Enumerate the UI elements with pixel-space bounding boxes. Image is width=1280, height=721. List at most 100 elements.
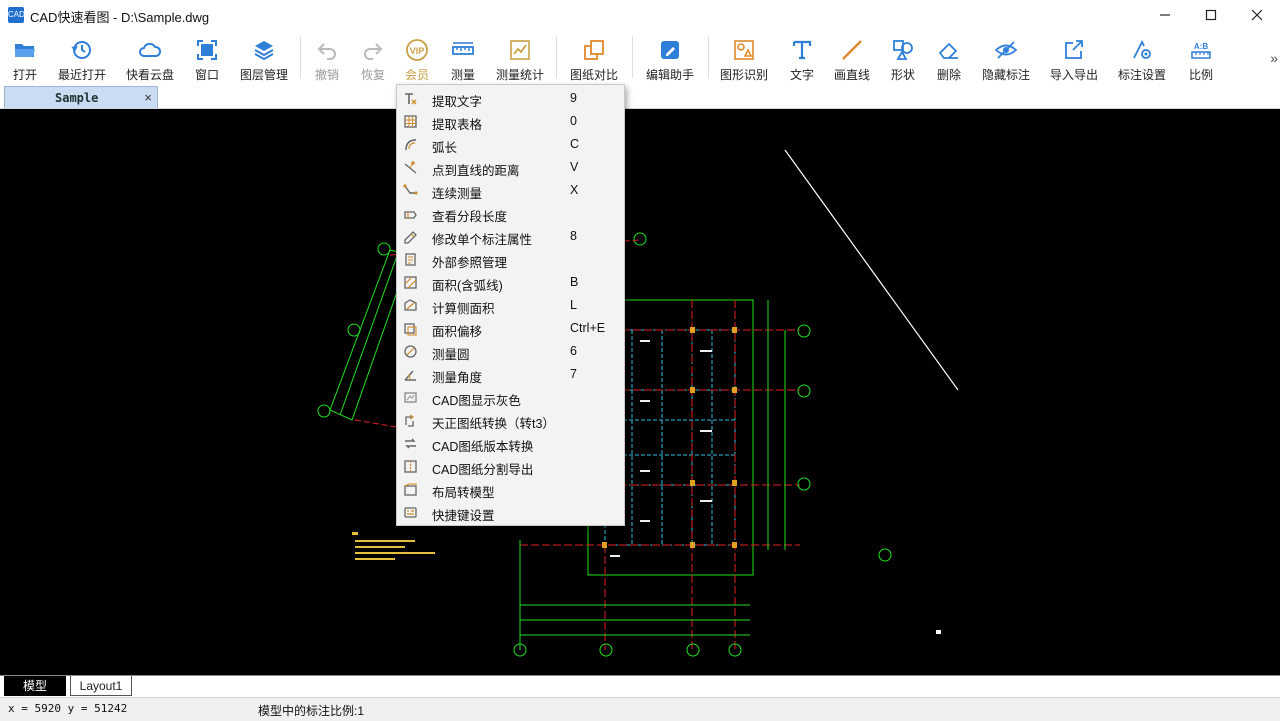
menu-item[interactable]: 测量圆6: [397, 340, 624, 363]
menu-item[interactable]: CAD图纸分割导出: [397, 455, 624, 478]
menu-item[interactable]: 连续测量 X: [397, 179, 624, 202]
delete-button[interactable]: 删除: [932, 30, 966, 84]
menu-item-shortcut: 8: [570, 229, 577, 243]
tab-close-icon[interactable]: ×: [144, 90, 152, 105]
split-export-icon: [403, 459, 418, 474]
menu-item-label: 弧长: [432, 137, 457, 156]
extract-text-icon: [403, 91, 418, 106]
menu-item-label: 修改单个标注属性: [432, 229, 532, 248]
minimize-button[interactable]: [1142, 0, 1188, 30]
menu-item-label: CAD图纸版本转换: [432, 436, 533, 455]
menu-item[interactable]: 布局转模型: [397, 478, 624, 501]
menu-item[interactable]: 面积(含弧线) B: [397, 271, 624, 294]
folder-open-icon: [13, 38, 37, 62]
cloud-drive-button[interactable]: 快看云盘: [122, 30, 178, 84]
measure-button[interactable]: 测量: [446, 30, 480, 84]
menu-item[interactable]: 提取表格0: [397, 110, 624, 133]
menu-item[interactable]: 查看分段长度: [397, 202, 624, 225]
app-logo-icon: CAD: [8, 7, 24, 23]
vip-button[interactable]: VIP 会员: [400, 30, 434, 84]
svg-text:VIP: VIP: [410, 46, 425, 56]
xref-manage-icon: [403, 252, 418, 267]
close-icon: [1251, 9, 1263, 21]
status-bar: x = 5920 y = 51242 模型中的标注比例:1: [0, 697, 1280, 721]
document-tab-strip: Sample ×: [0, 84, 1280, 109]
toolbar-separator: [632, 36, 633, 78]
edit-dimension-icon: [403, 229, 418, 244]
arc-length-icon: [403, 137, 418, 152]
toolbar-overflow-button[interactable]: »: [1270, 50, 1278, 66]
shape-recognition-button[interactable]: 图形识别: [716, 30, 772, 84]
measure-stats-button[interactable]: 测量统计: [492, 30, 548, 84]
menu-item-shortcut: 7: [570, 367, 577, 381]
menu-item-label: 快捷键设置: [432, 505, 495, 524]
document-tab[interactable]: Sample ×: [4, 86, 158, 108]
toolbar-separator: [300, 36, 301, 78]
menu-item[interactable]: 快捷键设置: [397, 501, 624, 524]
menu-item[interactable]: CAD图显示灰色: [397, 386, 624, 409]
tangent-convert-icon: [403, 413, 418, 428]
segment-length-icon: [403, 206, 418, 221]
shape-button[interactable]: 形状: [886, 30, 920, 84]
eye-hidden-icon: [994, 38, 1018, 62]
menu-item[interactable]: 测量角度 7: [397, 363, 624, 386]
tab-model[interactable]: 模型: [4, 676, 66, 696]
redo-button[interactable]: 恢复: [356, 30, 390, 84]
svg-text:A:B: A:B: [1194, 42, 1208, 51]
extract-table-icon: [403, 114, 418, 129]
menu-item[interactable]: CAD图纸版本转换: [397, 432, 624, 455]
dimension-scale-status: 模型中的标注比例:1: [258, 702, 364, 719]
draw-line-button[interactable]: 画直线: [832, 30, 872, 84]
toolbar-separator: [556, 36, 557, 78]
menu-item-shortcut: B: [570, 275, 578, 289]
continuous-measure-icon: [403, 183, 418, 198]
menu-item-shortcut: V: [570, 160, 578, 174]
edit-assistant-button[interactable]: 编辑助手: [642, 30, 698, 84]
close-window-button[interactable]: [1234, 0, 1280, 30]
menu-item-label: 查看分段长度: [432, 206, 507, 225]
drawing-canvas[interactable]: [0, 109, 1280, 675]
menu-item-shortcut: X: [570, 183, 578, 197]
text-tool-button[interactable]: 文字: [786, 30, 818, 84]
menu-item-label: 连续测量: [432, 183, 482, 202]
menu-item-label: CAD图显示灰色: [432, 390, 521, 409]
recent-open-button[interactable]: 最近打开: [54, 30, 110, 84]
menu-item[interactable]: 弧长C: [397, 133, 624, 156]
menu-item[interactable]: 计算侧面积L: [397, 294, 624, 317]
hide-dimension-button[interactable]: 隐藏标注: [978, 30, 1034, 84]
maximize-icon: [1205, 9, 1217, 21]
import-export-button[interactable]: 导入导出: [1046, 30, 1102, 84]
undo-button[interactable]: 撤销: [310, 30, 344, 84]
drawing-compare-button[interactable]: 图纸对比: [566, 30, 622, 84]
layout-to-model-icon: [403, 482, 418, 497]
menu-item[interactable]: 修改单个标注属性 8: [397, 225, 624, 248]
layer-manager-button[interactable]: 图层管理: [236, 30, 292, 84]
window-button[interactable]: 窗口: [190, 30, 224, 84]
menu-item-label: 布局转模型: [432, 482, 495, 501]
menu-item-label: 测量角度: [432, 367, 482, 386]
menu-item-label: 计算侧面积: [432, 298, 495, 317]
menu-item-label: 提取文字: [432, 91, 482, 110]
menu-item-label: 面积(含弧线): [432, 275, 503, 294]
menu-item-label: CAD图纸分割导出: [432, 459, 533, 478]
menu-item[interactable]: 提取文字9: [397, 87, 624, 110]
maximize-button[interactable]: [1188, 0, 1234, 30]
eraser-icon: [937, 38, 961, 62]
measure-circle-icon: [403, 344, 418, 359]
dimension-settings-button[interactable]: 标注设置: [1114, 30, 1170, 84]
ratio-button[interactable]: A:B 比例: [1184, 30, 1218, 84]
menu-item-label: 天正图纸转换（转t3）: [432, 413, 555, 432]
text-t-icon: [790, 38, 814, 62]
cloud-icon: [138, 38, 162, 62]
layout-tab-bar: 模型 Layout1: [0, 675, 1280, 698]
vip-crown-icon: VIP: [405, 38, 429, 62]
ruler-icon: [451, 38, 475, 62]
menu-item[interactable]: 点到直线的距离V: [397, 156, 624, 179]
menu-item[interactable]: 外部参照管理: [397, 248, 624, 271]
tab-layout1[interactable]: Layout1: [70, 676, 132, 696]
open-button[interactable]: 打开: [8, 30, 42, 84]
menu-item-shortcut: Ctrl+E: [570, 321, 605, 335]
menu-item[interactable]: 面积偏移Ctrl+E: [397, 317, 624, 340]
menu-item[interactable]: 天正图纸转换（转t3）: [397, 409, 624, 432]
export-icon: [1062, 38, 1086, 62]
